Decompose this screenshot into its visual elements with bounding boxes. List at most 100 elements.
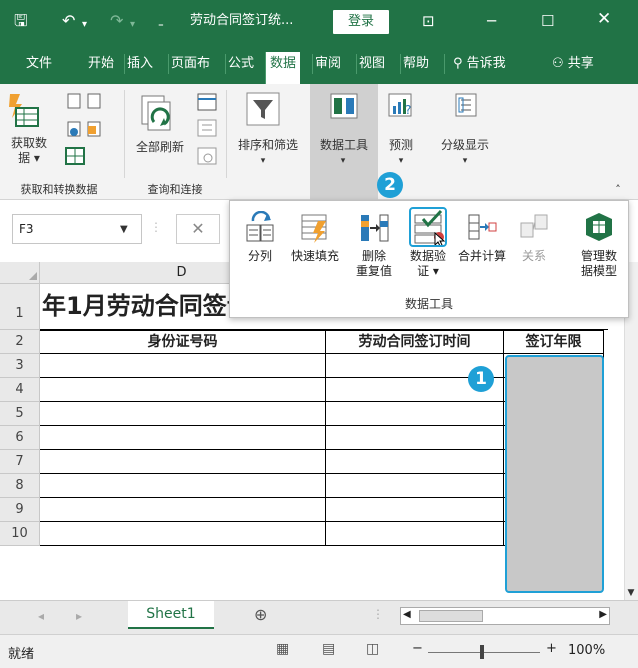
- horizontal-scroll-thumb[interactable]: [419, 610, 483, 622]
- get-data-button[interactable]: 获取数 据 ▾: [8, 136, 50, 166]
- normal-view-icon[interactable]: ▦: [276, 641, 289, 657]
- sort-filter-button[interactable]: 排序和筛选: [230, 138, 306, 153]
- query-small-icons: [194, 92, 220, 168]
- cell-id-number[interactable]: [40, 426, 326, 450]
- page-break-view-icon[interactable]: ◫: [366, 641, 379, 657]
- cell-contract-date[interactable]: [326, 450, 504, 474]
- filter-icon[interactable]: [246, 92, 280, 126]
- refresh-all-button[interactable]: 全部刷新: [130, 140, 190, 155]
- share-button[interactable]: ⚇ 共享: [550, 54, 596, 74]
- text-to-columns-label: 分列: [247, 249, 272, 263]
- cell-contract-date[interactable]: [326, 522, 504, 546]
- text-to-columns-button[interactable]: 分列: [238, 210, 282, 264]
- prev-sheet-icon[interactable]: ◂: [38, 609, 44, 623]
- tab-insert[interactable]: 插入: [124, 54, 155, 74]
- row-header[interactable]: 3: [0, 354, 40, 378]
- share-label: 共享: [567, 56, 594, 71]
- remove-duplicates-button[interactable]: 删除 重复值: [348, 211, 400, 279]
- manage-data-model-button[interactable]: 管理数 据模型: [570, 211, 628, 279]
- zoom-in-icon[interactable]: +: [546, 641, 557, 656]
- cell-id-number[interactable]: [40, 522, 326, 546]
- tab-help[interactable]: 帮助: [400, 54, 431, 74]
- row-header[interactable]: 1: [0, 284, 40, 330]
- consolidate-button[interactable]: 合并计算: [456, 211, 508, 264]
- customize-qat-icon[interactable]: ₌: [158, 15, 164, 33]
- login-button[interactable]: 登录: [333, 10, 389, 34]
- row-header[interactable]: 4: [0, 378, 40, 402]
- zoom-out-icon[interactable]: −: [412, 641, 423, 656]
- ribbon-display-options-icon[interactable]: ⊡: [422, 12, 435, 30]
- relationships-icon: [519, 211, 549, 243]
- scroll-right-icon[interactable]: ▶: [599, 609, 607, 620]
- data-tools-icon[interactable]: [330, 92, 358, 120]
- get-data-icon[interactable]: [6, 92, 40, 134]
- row-header[interactable]: 7: [0, 450, 40, 474]
- undo-icon[interactable]: ↶: [62, 12, 75, 30]
- cell-contract-date[interactable]: [326, 426, 504, 450]
- cell-contract-date[interactable]: [326, 498, 504, 522]
- next-sheet-icon[interactable]: ▸: [76, 609, 82, 623]
- data-validation-label-2: 证 ▾: [417, 264, 439, 278]
- horizontal-scrollbar[interactable]: ◀ ▶: [400, 607, 610, 625]
- name-box-dropdown-icon[interactable]: ▼: [120, 222, 128, 237]
- header-id-number[interactable]: 身份证号码: [40, 330, 326, 354]
- outline-icon[interactable]: [452, 92, 480, 120]
- minimize-icon[interactable]: ─: [487, 12, 496, 30]
- row-header[interactable]: 6: [0, 426, 40, 450]
- cell-id-number[interactable]: [40, 474, 326, 498]
- save-icon[interactable]: 🖫: [14, 12, 28, 30]
- header-contract-years[interactable]: 签订年限: [504, 330, 604, 354]
- tab-view[interactable]: 视图: [356, 54, 387, 74]
- undo-dropdown-icon[interactable]: ▾: [82, 16, 87, 34]
- cancel-entry-icon[interactable]: ✕: [176, 214, 220, 244]
- select-all-corner[interactable]: [0, 262, 40, 284]
- collapse-ribbon-icon[interactable]: ˄: [608, 182, 628, 197]
- scroll-left-icon[interactable]: ◀: [403, 609, 411, 620]
- cell-contract-date[interactable]: [326, 474, 504, 498]
- page-layout-view-icon[interactable]: ▤: [322, 641, 335, 657]
- outline-button[interactable]: 分级显示: [432, 138, 498, 153]
- tell-me-search[interactable]: ⚲ 告诉我: [444, 54, 508, 74]
- forecast-icon[interactable]: ?: [388, 92, 414, 120]
- row-header[interactable]: 9: [0, 498, 40, 522]
- row-header[interactable]: 10: [0, 522, 40, 546]
- zoom-slider-track[interactable]: [428, 652, 540, 653]
- row-header[interactable]: 8: [0, 474, 40, 498]
- title-bar: 🖫 ↶ ▾ ↷ ▾ ₌ 劳动合同签订统... 登录 ⊡ ─ ☐ ✕: [0, 0, 638, 44]
- forecast-button[interactable]: 预测: [384, 138, 418, 153]
- cell-id-number[interactable]: [40, 354, 326, 378]
- cell-id-number[interactable]: [40, 402, 326, 426]
- close-icon[interactable]: ✕: [597, 10, 611, 28]
- add-sheet-icon[interactable]: ⊕: [254, 605, 267, 624]
- row-header[interactable]: 2: [0, 330, 40, 354]
- data-tools-button[interactable]: 数据工具: [312, 138, 376, 153]
- maximize-icon[interactable]: ☐: [541, 12, 554, 30]
- tab-data[interactable]: 数据: [265, 52, 301, 84]
- scroll-down-icon[interactable]: ▼: [624, 586, 638, 601]
- tab-review[interactable]: 审阅: [312, 54, 343, 74]
- flash-fill-button[interactable]: 快速填充: [284, 211, 346, 264]
- tab-formulas[interactable]: 公式: [225, 54, 256, 74]
- cell-id-number[interactable]: [40, 450, 326, 474]
- cell-contract-date[interactable]: [326, 402, 504, 426]
- row-header[interactable]: 5: [0, 402, 40, 426]
- cell-id-number[interactable]: [40, 498, 326, 522]
- data-validation-button[interactable]: 数据验 证 ▾: [402, 207, 454, 279]
- zoom-level[interactable]: 100%: [568, 643, 605, 658]
- tab-page-layout[interactable]: 页面布: [168, 54, 212, 74]
- tab-split-handle-icon[interactable]: ⋮: [372, 607, 384, 621]
- selected-range-f3-f10[interactable]: [505, 355, 604, 593]
- zoom-slider-thumb[interactable]: [480, 645, 484, 659]
- tab-file[interactable]: 文件: [24, 54, 54, 74]
- group-get-transform: 获取和转换数据: [20, 183, 98, 196]
- tab-home[interactable]: 开始: [86, 54, 116, 74]
- header-contract-date[interactable]: 劳动合同签订时间: [326, 330, 504, 354]
- status-ready: 就绪: [8, 647, 35, 662]
- tell-me-label: 告诉我: [466, 56, 506, 71]
- forecast-dropdown-icon: ▾: [398, 156, 404, 166]
- refresh-all-icon[interactable]: [134, 92, 178, 136]
- consolidate-icon: [467, 211, 497, 243]
- cell-id-number[interactable]: [40, 378, 326, 402]
- step-badge-2: 2: [377, 172, 403, 198]
- sheet-tab-sheet1[interactable]: Sheet1: [128, 601, 214, 629]
